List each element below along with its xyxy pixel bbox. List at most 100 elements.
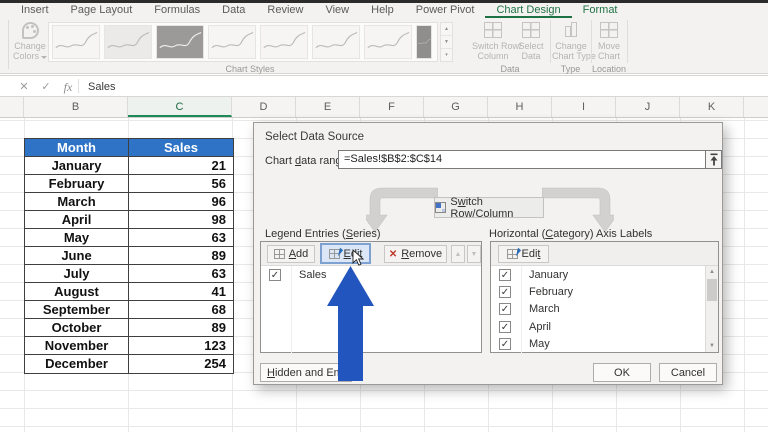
menu-tab-data[interactable]: Data bbox=[211, 3, 256, 18]
formula-bar-value[interactable]: Sales bbox=[88, 76, 116, 98]
category-item-row[interactable]: ✓April bbox=[491, 318, 705, 335]
chart-style-thumbnail-3[interactable] bbox=[156, 25, 204, 59]
category-item-checkbox[interactable]: ✓ bbox=[499, 338, 511, 350]
sales-cell[interactable]: 123 bbox=[129, 337, 233, 354]
insert-function-icon[interactable]: fx bbox=[60, 76, 76, 98]
column-header-k[interactable]: K bbox=[680, 97, 744, 117]
sales-cell[interactable]: 98 bbox=[129, 211, 233, 228]
formula-bar[interactable]: ✕ ✓ fx Sales bbox=[0, 75, 768, 97]
switch-row-column-ribbon-button[interactable]: Switch Row/Column bbox=[472, 22, 514, 68]
table-row[interactable]: December254 bbox=[25, 355, 233, 373]
category-item-row[interactable]: ✓March bbox=[491, 301, 705, 318]
category-item-checkbox[interactable]: ✓ bbox=[499, 321, 511, 333]
sales-cell[interactable]: 63 bbox=[129, 265, 233, 282]
menu-tab-help[interactable]: Help bbox=[360, 3, 405, 18]
move-series-up-button[interactable]: ▲ bbox=[451, 245, 465, 263]
column-header-d[interactable]: D bbox=[232, 97, 296, 117]
cancel-button[interactable]: Cancel bbox=[659, 363, 717, 382]
column-header-f[interactable]: F bbox=[360, 97, 424, 117]
table-row[interactable]: May63 bbox=[25, 229, 233, 247]
month-cell[interactable]: October bbox=[25, 319, 129, 336]
table-row[interactable]: October89 bbox=[25, 319, 233, 337]
month-cell[interactable]: December bbox=[25, 355, 129, 373]
remove-series-button[interactable]: ✕ Remove bbox=[384, 245, 447, 263]
month-cell[interactable]: June bbox=[25, 247, 129, 264]
month-cell[interactable]: May bbox=[25, 229, 129, 246]
category-item-checkbox[interactable]: ✓ bbox=[499, 269, 511, 281]
category-item-checkbox[interactable]: ✓ bbox=[499, 303, 511, 315]
chart-style-thumbnail-7[interactable] bbox=[364, 25, 412, 59]
sales-cell[interactable]: 68 bbox=[129, 301, 233, 318]
enter-icon[interactable]: ✓ bbox=[38, 76, 54, 98]
month-cell[interactable]: September bbox=[25, 301, 129, 318]
month-cell[interactable]: November bbox=[25, 337, 129, 354]
menu-tab-review[interactable]: Review bbox=[256, 3, 314, 18]
series-item-checkbox[interactable]: ✓ bbox=[269, 269, 281, 281]
select-data-ribbon-button[interactable]: SelectData bbox=[514, 22, 548, 68]
category-item-row[interactable]: ✓May bbox=[491, 336, 705, 353]
column-header-j[interactable]: J bbox=[616, 97, 680, 117]
sales-cell[interactable]: 56 bbox=[129, 175, 233, 192]
category-item-row[interactable]: ✓February bbox=[491, 283, 705, 300]
column-header-b[interactable]: B bbox=[24, 97, 128, 117]
gallery-scroll-up-icon[interactable]: ▲ bbox=[441, 23, 452, 36]
column-header-h[interactable]: H bbox=[488, 97, 552, 117]
menu-tab-format[interactable]: Format bbox=[572, 3, 629, 18]
edit-axis-labels-button[interactable]: Edit bbox=[498, 245, 549, 263]
gallery-more-icon[interactable]: ▾ bbox=[441, 49, 452, 61]
table-row[interactable]: February56 bbox=[25, 175, 233, 193]
chart-style-thumbnail-5[interactable] bbox=[260, 25, 308, 59]
sales-cell[interactable]: 254 bbox=[129, 355, 233, 373]
move-chart-button[interactable]: MoveChart bbox=[593, 22, 625, 68]
category-item-checkbox[interactable]: ✓ bbox=[499, 286, 511, 298]
month-cell[interactable]: March bbox=[25, 193, 129, 210]
ok-button[interactable]: OK bbox=[593, 363, 651, 382]
sales-cell[interactable]: 21 bbox=[129, 157, 233, 174]
change-colors-button[interactable]: Change Colors bbox=[12, 21, 48, 69]
month-cell[interactable]: August bbox=[25, 283, 129, 300]
sales-cell[interactable]: 41 bbox=[129, 283, 233, 300]
month-cell[interactable]: January bbox=[25, 157, 129, 174]
gallery-scroll-down-icon[interactable]: ▼ bbox=[441, 36, 452, 49]
menu-tab-insert[interactable]: Insert bbox=[10, 3, 60, 18]
table-row[interactable]: September68 bbox=[25, 301, 233, 319]
collapse-dialog-button[interactable] bbox=[706, 150, 722, 169]
gallery-scrollbar[interactable]: ▲ ▼ ▾ bbox=[440, 22, 453, 62]
table-row[interactable]: August41 bbox=[25, 283, 233, 301]
add-series-button[interactable]: Add bbox=[267, 245, 315, 263]
column-header-c[interactable]: C bbox=[128, 97, 232, 117]
cancel-icon[interactable]: ✕ bbox=[16, 76, 32, 98]
menu-tab-chart-design[interactable]: Chart Design bbox=[485, 3, 571, 18]
scroll-down-icon[interactable]: ▼ bbox=[706, 340, 718, 352]
sales-cell[interactable]: 96 bbox=[129, 193, 233, 210]
scroll-up-icon[interactable]: ▲ bbox=[706, 266, 718, 278]
chart-style-thumbnail-6[interactable] bbox=[312, 25, 360, 59]
menu-tab-page-layout[interactable]: Page Layout bbox=[60, 3, 144, 18]
menu-tab-view[interactable]: View bbox=[314, 3, 360, 18]
chart-style-thumbnail-8[interactable] bbox=[416, 25, 432, 59]
month-cell[interactable]: February bbox=[25, 175, 129, 192]
category-list[interactable]: ✓January✓February✓March✓April✓May bbox=[491, 266, 705, 353]
menu-tab-power-pivot[interactable]: Power Pivot bbox=[405, 3, 486, 18]
chart-data-range-input[interactable]: =Sales!$B$2:$C$14 bbox=[338, 150, 706, 169]
table-row[interactable]: January21 bbox=[25, 157, 233, 175]
table-row[interactable]: July63 bbox=[25, 265, 233, 283]
menu-tab-formulas[interactable]: Formulas bbox=[143, 3, 211, 18]
column-header-i[interactable]: I bbox=[552, 97, 616, 117]
switch-row-column-dialog-button[interactable]: Switch Row/Column bbox=[434, 197, 544, 218]
chart-style-thumbnail-4[interactable] bbox=[208, 25, 256, 59]
month-cell[interactable]: April bbox=[25, 211, 129, 228]
table-row[interactable]: June89 bbox=[25, 247, 233, 265]
sales-cell[interactable]: 89 bbox=[129, 319, 233, 336]
sales-data-table[interactable]: Month Sales January21February56March96Ap… bbox=[24, 138, 234, 374]
change-chart-type-button[interactable]: ChangeChart Type bbox=[552, 22, 590, 68]
chart-style-thumbnail-1[interactable] bbox=[52, 25, 100, 59]
table-row[interactable]: November123 bbox=[25, 337, 233, 355]
table-row[interactable]: March96 bbox=[25, 193, 233, 211]
column-header-e[interactable]: E bbox=[296, 97, 360, 117]
move-series-down-button[interactable]: ▼ bbox=[467, 245, 481, 263]
column-header-g[interactable]: G bbox=[424, 97, 488, 117]
category-item-row[interactable]: ✓January bbox=[491, 266, 705, 283]
month-cell[interactable]: July bbox=[25, 265, 129, 282]
table-row[interactable]: April98 bbox=[25, 211, 233, 229]
